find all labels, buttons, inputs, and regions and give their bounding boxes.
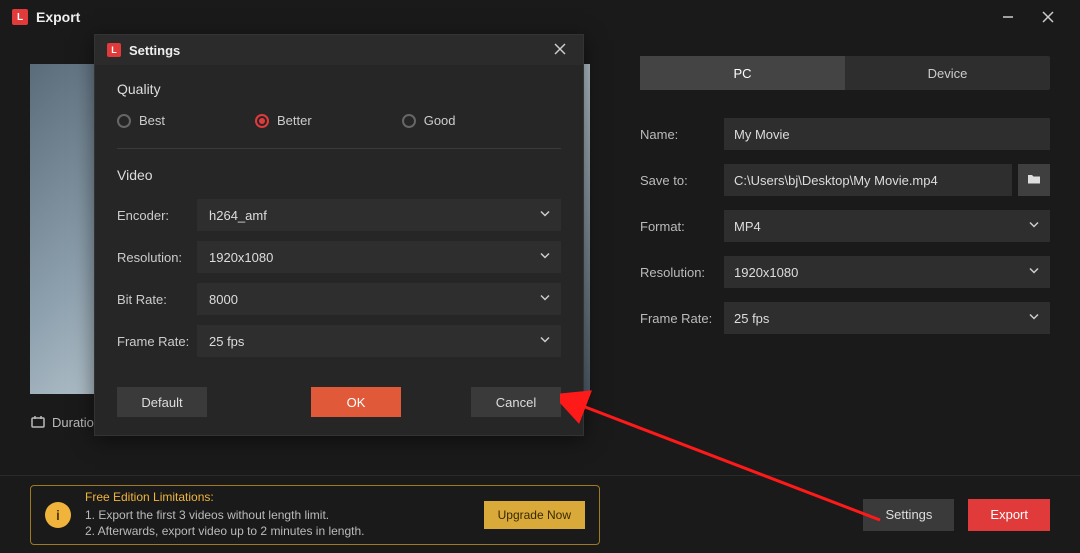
settings-button[interactable]: Settings xyxy=(863,499,954,531)
encoder-label: Encoder: xyxy=(117,208,197,223)
export-target-tabs: PC Device xyxy=(640,56,1050,90)
save-to-input[interactable]: C:\Users\bj\Desktop\My Movie.mp4 xyxy=(724,164,1012,196)
chevron-down-icon xyxy=(539,334,551,349)
bitrate-select[interactable]: 8000 xyxy=(197,283,561,315)
format-select[interactable]: MP4 xyxy=(724,210,1050,242)
default-button[interactable]: Default xyxy=(117,387,207,417)
close-button[interactable] xyxy=(1028,0,1068,34)
chevron-down-icon xyxy=(539,292,551,307)
framerate-select[interactable]: 25 fps xyxy=(724,302,1050,334)
chevron-down-icon xyxy=(1028,265,1040,280)
window-title: Export xyxy=(36,9,80,25)
dialog-resolution-select[interactable]: 1920x1080 xyxy=(197,241,561,273)
quality-radio-best[interactable]: Best xyxy=(117,113,165,128)
close-icon xyxy=(553,44,567,59)
limitations-line2: 2. Afterwards, export video up to 2 minu… xyxy=(85,523,365,540)
video-section-title: Video xyxy=(117,167,561,183)
chevron-down-icon xyxy=(539,250,551,265)
browse-folder-button[interactable] xyxy=(1018,164,1050,196)
format-label: Format: xyxy=(640,219,724,234)
window-titlebar: L Export xyxy=(0,0,1080,34)
quality-section-title: Quality xyxy=(117,81,561,97)
dialog-framerate-select[interactable]: 25 fps xyxy=(197,325,561,357)
dialog-framerate-label: Frame Rate: xyxy=(117,334,197,349)
dialog-title: Settings xyxy=(129,43,180,58)
resolution-select[interactable]: 1920x1080 xyxy=(724,256,1050,288)
tab-device[interactable]: Device xyxy=(845,56,1050,90)
minimize-button[interactable] xyxy=(988,0,1028,34)
folder-icon xyxy=(1026,171,1042,190)
cancel-button[interactable]: Cancel xyxy=(471,387,561,417)
footer: i Free Edition Limitations: 1. Export th… xyxy=(0,475,1080,553)
encoder-select[interactable]: h264_amf xyxy=(197,199,561,231)
chevron-down-icon xyxy=(1028,219,1040,234)
upgrade-button[interactable]: Upgrade Now xyxy=(484,501,585,529)
info-icon: i xyxy=(45,502,71,528)
quality-radio-good[interactable]: Good xyxy=(402,113,456,128)
app-icon: L xyxy=(107,43,121,57)
chevron-down-icon xyxy=(539,208,551,223)
dialog-resolution-label: Resolution: xyxy=(117,250,197,265)
app-icon: L xyxy=(12,9,28,25)
ok-button[interactable]: OK xyxy=(311,387,401,417)
save-to-label: Save to: xyxy=(640,173,724,188)
name-input[interactable]: My Movie xyxy=(724,118,1050,150)
chevron-down-icon xyxy=(1028,311,1040,326)
limitations-line1: 1. Export the first 3 videos without len… xyxy=(85,507,365,524)
framerate-label: Frame Rate: xyxy=(640,311,724,326)
bitrate-label: Bit Rate: xyxy=(117,292,197,307)
quality-radio-better[interactable]: Better xyxy=(255,113,312,128)
settings-dialog: L Settings Quality Best Better Good Vide… xyxy=(94,34,584,436)
tab-pc[interactable]: PC xyxy=(640,56,845,90)
name-label: Name: xyxy=(640,127,724,142)
dialog-close-button[interactable] xyxy=(549,38,571,63)
export-button[interactable]: Export xyxy=(968,499,1050,531)
resolution-label: Resolution: xyxy=(640,265,724,280)
limitations-title: Free Edition Limitations: xyxy=(85,489,365,506)
limitations-banner: i Free Edition Limitations: 1. Export th… xyxy=(30,485,600,545)
